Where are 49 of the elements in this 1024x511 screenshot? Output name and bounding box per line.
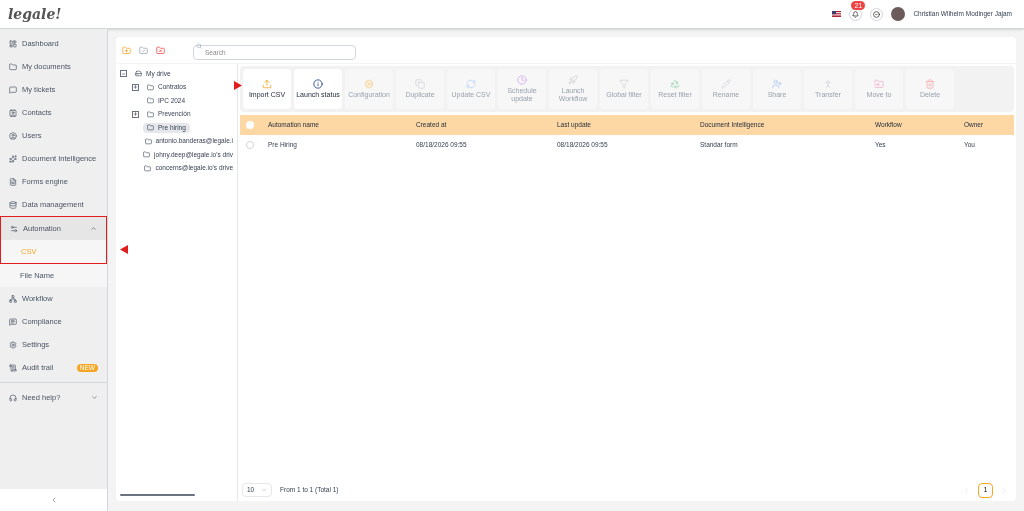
drive-icon	[135, 70, 142, 78]
add-user-icon	[772, 79, 782, 89]
pointer-arrow-icon	[234, 81, 242, 90]
select-all-checkbox[interactable]	[246, 121, 254, 129]
database-icon	[9, 200, 17, 209]
expand-icon[interactable]	[132, 110, 139, 118]
folder-icon	[9, 62, 17, 71]
person-icon	[823, 79, 833, 89]
logo[interactable]: legale!	[8, 3, 62, 25]
pencil-icon	[721, 79, 731, 89]
headset-icon	[9, 393, 17, 402]
clock-icon	[517, 75, 527, 85]
rocket-icon	[568, 75, 578, 85]
folder-icon	[147, 83, 154, 91]
recycle-icon	[670, 79, 680, 89]
copy-icon	[415, 79, 425, 89]
bell-icon	[852, 10, 860, 18]
scroll-icon	[9, 363, 17, 372]
contact-card-icon	[9, 108, 17, 117]
upload-icon	[262, 79, 272, 89]
folder-remove-icon[interactable]	[156, 45, 165, 55]
dashboard-icon	[9, 39, 17, 48]
folder-icon	[143, 151, 151, 159]
info-icon	[313, 79, 323, 89]
trash-icon	[925, 79, 935, 89]
refresh-icon	[466, 79, 476, 89]
expand-icon[interactable]	[132, 83, 139, 91]
folder-icon	[144, 164, 152, 172]
chat-icon	[9, 317, 17, 326]
document-icon	[9, 177, 17, 186]
folder-icon	[874, 79, 884, 89]
settings-icon	[9, 340, 17, 349]
flag-icon[interactable]	[832, 11, 842, 17]
folder-icon	[147, 97, 154, 105]
user-icon	[9, 131, 17, 140]
collapse-icon[interactable]	[120, 70, 127, 78]
folder-icon	[147, 124, 154, 132]
filter-icon	[619, 79, 629, 89]
sparkle-icon	[9, 154, 17, 163]
check-circle-icon	[873, 10, 881, 18]
hierarchy-icon	[9, 294, 17, 303]
folder-icon	[147, 110, 154, 118]
avatar[interactable]	[891, 7, 906, 21]
ticket-icon	[9, 85, 17, 94]
folder-icon	[144, 137, 152, 145]
search-icon	[196, 42, 202, 49]
folder-check-icon[interactable]	[139, 45, 148, 55]
chevron-down-icon	[261, 487, 267, 493]
pointer-arrow-icon	[120, 245, 128, 254]
